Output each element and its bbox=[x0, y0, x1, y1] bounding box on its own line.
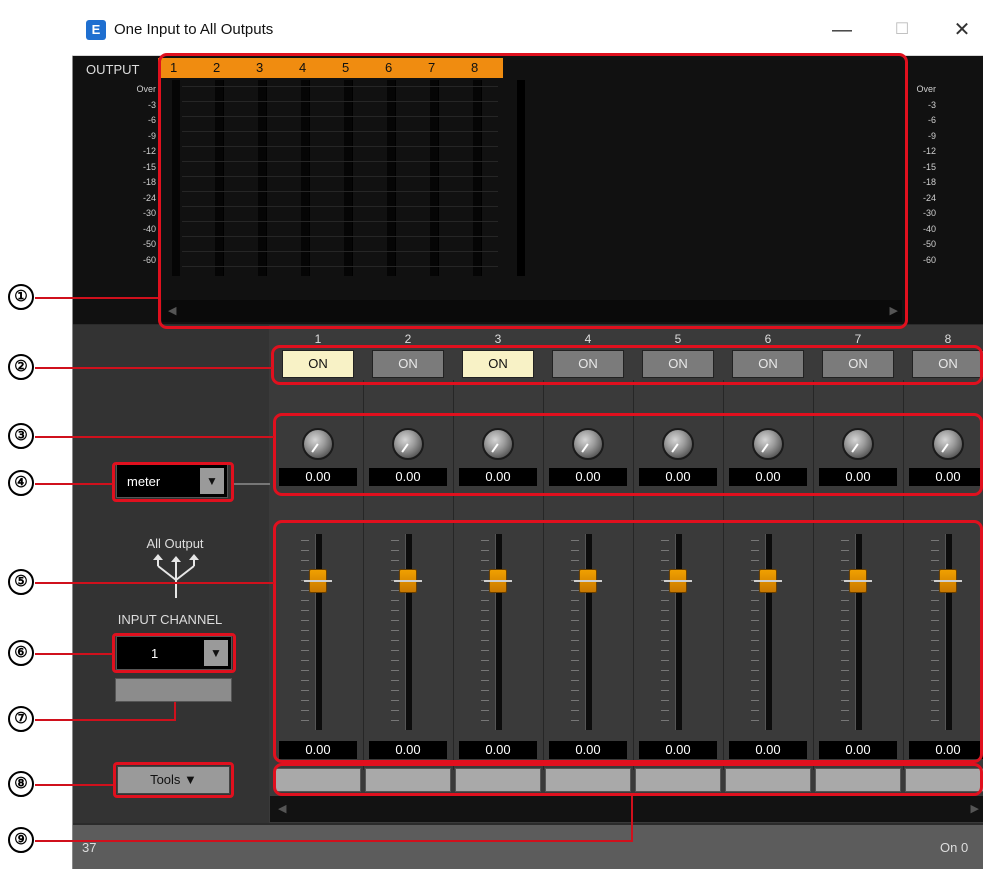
meter-scale-label: -50 bbox=[142, 239, 156, 249]
meter-scale-label: -30 bbox=[142, 208, 156, 218]
split-arrows-icon bbox=[153, 554, 199, 598]
highlight-box-name-buttons bbox=[273, 763, 983, 796]
strip-number: 8 bbox=[944, 332, 952, 346]
meter-scale-label: -40 bbox=[142, 223, 156, 234]
meter-scale-label: -40 bbox=[922, 223, 936, 234]
meter-scale-label: -15 bbox=[142, 161, 156, 172]
strip-number: 5 bbox=[674, 332, 682, 346]
strip-number: 2 bbox=[404, 332, 412, 346]
scroll-right-icon[interactable]: ▶ bbox=[971, 798, 979, 820]
highlight-box-on-buttons bbox=[271, 345, 983, 385]
status-bar bbox=[73, 825, 983, 869]
meter-scale-label: -12 bbox=[142, 146, 156, 156]
status-left-text: 37 bbox=[82, 840, 97, 855]
callout-line-7 bbox=[35, 719, 176, 721]
meter-scale-label: -3 bbox=[927, 99, 936, 110]
callout-line-3 bbox=[35, 436, 274, 438]
meter-scale-label: -18 bbox=[922, 177, 936, 187]
callout-3: ③ bbox=[8, 423, 34, 449]
meter-scale-label: -24 bbox=[142, 192, 156, 203]
minimize-button[interactable]: — bbox=[822, 12, 862, 48]
status-right-text: On 0 bbox=[940, 840, 969, 855]
callout-4: ④ bbox=[8, 470, 34, 496]
meter-scale-label: -18 bbox=[142, 177, 156, 187]
callout-line-7-vertical bbox=[174, 702, 176, 721]
strip-number: 6 bbox=[764, 332, 772, 346]
strip-scrollbar[interactable]: ◀ ▶ bbox=[270, 796, 983, 822]
callout-7: ⑦ bbox=[8, 706, 34, 732]
meter-scale-label: -12 bbox=[922, 146, 936, 156]
callout-2: ② bbox=[8, 354, 34, 380]
close-button[interactable]: ✕ bbox=[942, 12, 982, 48]
meter-scale-label: -15 bbox=[922, 161, 936, 172]
window-title: One Input to All Outputs bbox=[114, 21, 274, 38]
highlight-box-knobs bbox=[273, 413, 983, 496]
maximize-button[interactable]: ☐ bbox=[882, 12, 922, 48]
highlight-box-meters bbox=[158, 53, 908, 329]
callout-5: ⑤ bbox=[8, 569, 34, 595]
callout-8: ⑧ bbox=[8, 771, 34, 797]
callout-line-5 bbox=[35, 582, 274, 584]
meter-scale-label: -6 bbox=[927, 115, 936, 125]
meter-scale-label: -24 bbox=[922, 192, 936, 203]
callout-line-9-vertical bbox=[631, 796, 633, 842]
output-label: OUTPUT bbox=[86, 62, 140, 77]
callout-line-8 bbox=[35, 784, 113, 786]
callout-1: ① bbox=[8, 284, 34, 310]
highlight-box-tools bbox=[113, 762, 234, 798]
strip-number: 1 bbox=[314, 332, 322, 346]
meter-connector-line bbox=[232, 483, 270, 485]
meter-scale-label: Over bbox=[136, 84, 156, 94]
app-icon: E bbox=[86, 20, 106, 40]
strip-number: 3 bbox=[494, 332, 502, 346]
scroll-left-icon[interactable]: ◀ bbox=[278, 798, 286, 820]
meter-scale-label: -60 bbox=[922, 254, 936, 265]
highlight-box-meter-select bbox=[112, 462, 234, 502]
callout-line-9 bbox=[35, 840, 633, 842]
callout-line-4 bbox=[35, 483, 113, 485]
callout-9: ⑨ bbox=[8, 827, 34, 853]
meter-scale-label: -60 bbox=[142, 254, 156, 265]
strip-number: 7 bbox=[854, 332, 862, 346]
callout-line-1 bbox=[35, 297, 158, 299]
callout-line-2 bbox=[35, 367, 272, 369]
strip-number: 4 bbox=[584, 332, 592, 346]
meter-scale-label: -3 bbox=[147, 99, 156, 110]
meter-scale-label: Over bbox=[916, 84, 936, 94]
meter-scale-label: -50 bbox=[922, 239, 936, 249]
meter-scale-label: -30 bbox=[922, 208, 936, 218]
callout-line-6 bbox=[35, 653, 113, 655]
callout-6: ⑥ bbox=[8, 640, 34, 666]
meter-scale-label: -6 bbox=[147, 115, 156, 125]
input-channel-name-field[interactable] bbox=[115, 678, 232, 702]
highlight-box-faders bbox=[273, 520, 983, 763]
meter-scale-label: -9 bbox=[927, 130, 936, 141]
highlight-box-input-channel bbox=[112, 633, 236, 673]
all-output-label: All Output bbox=[146, 536, 204, 551]
meter-scale-label: -9 bbox=[147, 130, 156, 141]
input-channel-label: INPUT CHANNEL bbox=[117, 612, 223, 627]
